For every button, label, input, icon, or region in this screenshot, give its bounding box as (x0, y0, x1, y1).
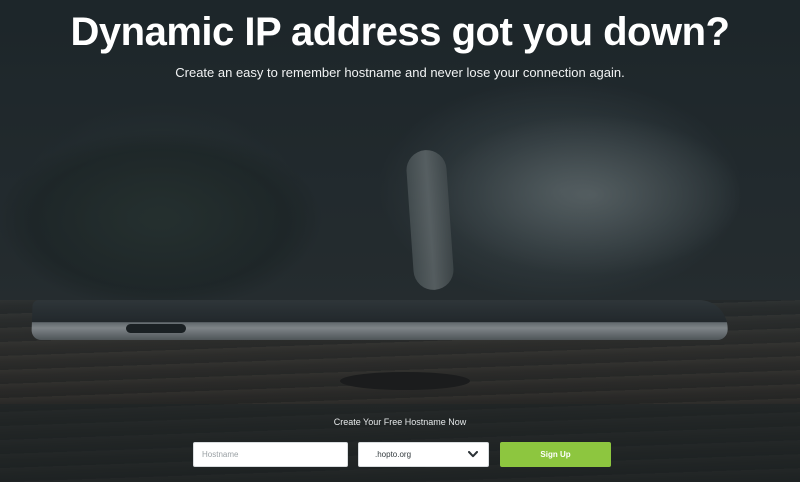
domain-select-value: .hopto.org (375, 450, 412, 459)
hero-subtitle: Create an easy to remember hostname and … (175, 65, 625, 80)
domain-select[interactable]: .hopto.org (358, 442, 489, 467)
sign-up-button[interactable]: Sign Up (500, 442, 611, 467)
chevron-down-icon (468, 450, 478, 460)
signup-caption: Create Your Free Hostname Now (333, 417, 467, 427)
hostname-input[interactable] (193, 442, 348, 467)
hero-title: Dynamic IP address got you down? (70, 10, 730, 54)
